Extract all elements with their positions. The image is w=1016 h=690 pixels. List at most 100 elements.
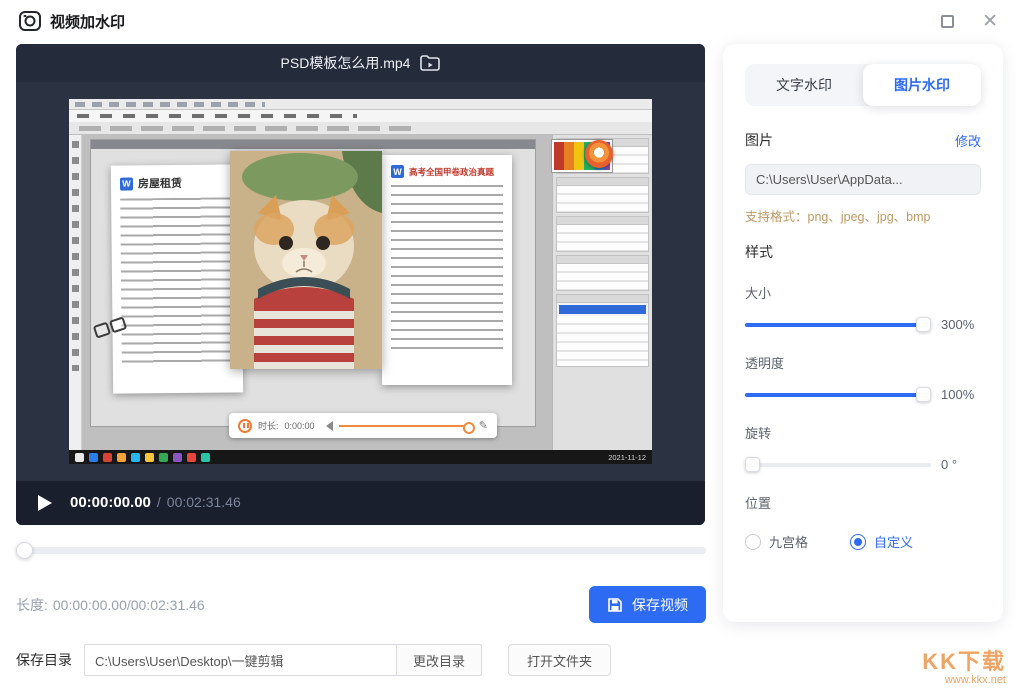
length-label: 长度: bbox=[16, 597, 48, 613]
ps-optionsbar bbox=[69, 122, 652, 135]
image-path-field[interactable]: C:\Users\User\AppData... bbox=[745, 164, 981, 195]
taskbar-icon bbox=[131, 453, 140, 462]
taskbar-icon bbox=[159, 453, 168, 462]
custom-option-label: 自定义 bbox=[874, 532, 913, 551]
taskbar-icon bbox=[117, 453, 126, 462]
size-label: 大小 bbox=[745, 283, 981, 302]
recorder-float-button bbox=[585, 140, 613, 168]
rotate-slider-thumb[interactable] bbox=[745, 457, 760, 472]
watermark-settings-panel: 文字水印 图片水印 图片 修改 C:\Users\User\AppData...… bbox=[723, 44, 1003, 622]
radio-unchecked-icon bbox=[745, 534, 761, 550]
tab-text-watermark[interactable]: 文字水印 bbox=[745, 64, 863, 106]
open-folder-button[interactable]: 打开文件夹 bbox=[508, 644, 611, 676]
seek-bar[interactable] bbox=[16, 542, 706, 559]
video-player: PSD模板怎么用.mp4 W 房屋租赁 bbox=[16, 44, 705, 525]
position-grid-option[interactable]: 九宫格 bbox=[745, 532, 808, 551]
save-video-button[interactable]: 保存视频 bbox=[589, 586, 706, 623]
save-dir-input[interactable] bbox=[84, 644, 397, 676]
opacity-value: 100% bbox=[941, 387, 981, 402]
taskbar-icon bbox=[145, 453, 154, 462]
doc-text-lines bbox=[391, 185, 503, 353]
length-value: 00:00:00.00/00:02:31.46 bbox=[53, 597, 205, 613]
position-options: 九宫格 自定义 bbox=[745, 532, 981, 551]
video-preview-area: W 房屋租赁 W 高考全国甲卷政治真题 bbox=[16, 82, 705, 481]
ps-canvas: W 房屋租赁 W 高考全国甲卷政治真题 bbox=[82, 135, 552, 450]
seek-thumb[interactable] bbox=[16, 542, 33, 559]
rotate-slider-row: 0 ° bbox=[745, 457, 981, 472]
locate-file-folder-icon[interactable] bbox=[420, 55, 440, 71]
window-controls: ✕ bbox=[941, 12, 998, 31]
windows-taskbar: 2021-11-12 bbox=[69, 450, 652, 464]
opacity-slider[interactable] bbox=[745, 387, 931, 402]
size-value: 300% bbox=[941, 317, 981, 332]
seek-track[interactable] bbox=[16, 547, 706, 554]
doc-right-title: 高考全国甲卷政治真题 bbox=[409, 166, 494, 178]
player-header: PSD模板怎么用.mp4 bbox=[16, 44, 705, 82]
time-display: 00:00:00.00/00:02:31.46 bbox=[70, 494, 241, 512]
taskbar-icon bbox=[103, 453, 112, 462]
player-controls: 00:00:00.00/00:02:31.46 bbox=[16, 481, 705, 525]
time-separator: / bbox=[157, 494, 161, 510]
titlebar: 视频加水印 ✕ bbox=[0, 0, 1016, 42]
size-slider[interactable] bbox=[745, 317, 931, 332]
site-watermark: KK下载 www.kkx.net bbox=[922, 649, 1006, 687]
recorder-duration-label: 时长: bbox=[258, 419, 279, 432]
video-filename: PSD模板怎么用.mp4 bbox=[281, 53, 411, 73]
doc-left-title: 房屋租赁 bbox=[138, 175, 182, 191]
screen-recorder-bar: 时长: 0:00:00 ✎ bbox=[229, 413, 497, 438]
app-title: 视频加水印 bbox=[50, 11, 125, 32]
taskbar-icon bbox=[201, 453, 210, 462]
save-directory-row: 保存目录 更改目录 打开文件夹 bbox=[16, 644, 611, 676]
ps-menubar bbox=[69, 110, 652, 122]
taskbar-clock: 2021-11-12 bbox=[608, 453, 646, 462]
cat-photo bbox=[230, 151, 382, 369]
length-save-row: 长度: 00:00:00.00/00:02:31.46 保存视频 bbox=[16, 586, 706, 623]
taskbar-icon bbox=[89, 453, 98, 462]
video-frame[interactable]: W 房屋租赁 W 高考全国甲卷政治真题 bbox=[69, 99, 652, 464]
rotate-slider[interactable] bbox=[745, 457, 931, 472]
recorder-pause-icon bbox=[238, 419, 252, 433]
recorder-duration: 0:00:00 bbox=[285, 421, 315, 431]
watermark-tabs: 文字水印 图片水印 bbox=[745, 64, 981, 106]
size-slider-thumb[interactable] bbox=[916, 317, 931, 332]
maximize-button[interactable] bbox=[941, 15, 954, 28]
position-label: 位置 bbox=[745, 493, 981, 512]
wps-badge: W bbox=[391, 165, 404, 178]
radio-checked-icon bbox=[850, 534, 866, 550]
ps-panels-column bbox=[552, 135, 652, 450]
taskbar-icon bbox=[187, 453, 196, 462]
close-button[interactable]: ✕ bbox=[982, 12, 998, 31]
style-section-label: 样式 bbox=[745, 242, 981, 262]
opacity-slider-thumb[interactable] bbox=[916, 387, 931, 402]
site-watermark-name: KK下载 bbox=[922, 649, 1006, 674]
opacity-slider-row: 100% bbox=[745, 387, 981, 402]
rotate-label: 旋转 bbox=[745, 423, 981, 442]
save-dir-label: 保存目录 bbox=[16, 650, 72, 670]
document-right: W 高考全国甲卷政治真题 bbox=[382, 155, 512, 385]
doc-text-lines bbox=[120, 197, 234, 366]
image-label: 图片 bbox=[745, 130, 773, 150]
floppy-save-icon bbox=[607, 597, 623, 613]
length-text: 长度: 00:00:00.00/00:02:31.46 bbox=[16, 595, 205, 615]
supported-formats-hint: 支持格式：png、jpeg、jpg、bmp bbox=[745, 206, 981, 225]
grid-option-label: 九宫格 bbox=[769, 532, 808, 551]
wps-badge: W bbox=[120, 177, 133, 190]
recorder-volume-slider bbox=[339, 425, 473, 427]
current-time: 00:00:00.00 bbox=[70, 494, 151, 511]
camera-app-icon bbox=[18, 9, 42, 33]
size-slider-row: 300% bbox=[745, 317, 981, 332]
play-button[interactable] bbox=[38, 495, 52, 511]
taskbar-icon bbox=[173, 453, 182, 462]
opacity-label: 透明度 bbox=[745, 353, 981, 372]
ps-titlebar bbox=[69, 99, 652, 110]
change-directory-button[interactable]: 更改目录 bbox=[397, 644, 482, 676]
save-video-label: 保存视频 bbox=[632, 595, 688, 615]
rotate-value: 0 ° bbox=[941, 457, 981, 472]
position-custom-option[interactable]: 自定义 bbox=[850, 532, 913, 551]
modify-image-link[interactable]: 修改 bbox=[955, 131, 981, 150]
ps-toolstrip bbox=[69, 135, 82, 450]
image-label-row: 图片 修改 bbox=[745, 130, 981, 150]
speaker-icon bbox=[321, 421, 333, 431]
tab-image-watermark[interactable]: 图片水印 bbox=[863, 64, 981, 106]
taskbar-icon bbox=[75, 453, 84, 462]
